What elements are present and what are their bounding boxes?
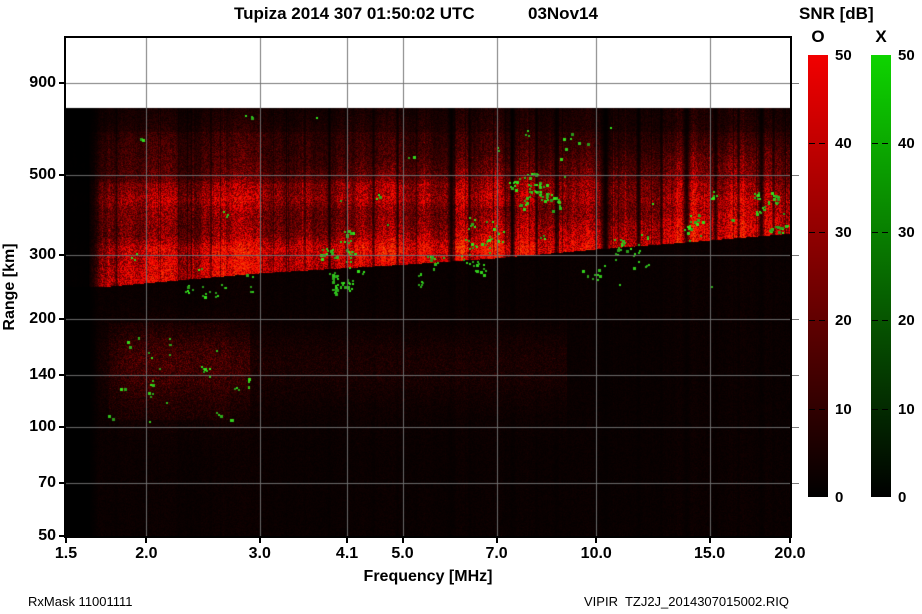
colorbar-tick-dash [819, 320, 825, 322]
y-axis-right-tick [792, 427, 799, 429]
colorbar-tick-dash [872, 320, 878, 322]
ionogram-app: Tupiza 2014 307 01:50:02 UTC 03Nov14 SNR… [0, 0, 922, 614]
colorbar-tick-dash [809, 320, 815, 322]
y-tick-label: 100 [29, 418, 56, 436]
y-tick-label: 140 [29, 365, 56, 383]
o-colorbar-tick-label: 40 [835, 135, 852, 153]
echogram-canvas [66, 38, 790, 536]
x-axis-tick [65, 538, 67, 543]
y-axis-right-tick [792, 255, 799, 257]
rxmask-footer: RxMask 11001111 [28, 594, 133, 609]
colorbar-tick-dash [882, 320, 888, 322]
y-tick-label: 200 [29, 309, 56, 327]
x-axis-tick [495, 538, 498, 543]
x-colorbar-tick-label: 10 [898, 400, 915, 418]
o-colorbar-tick-label: 0 [835, 489, 844, 506]
y-axis-right-tick [792, 175, 799, 177]
y-tick-label: 500 [29, 166, 56, 184]
o-mode-label: O [811, 27, 825, 46]
y-axis-tick [59, 482, 64, 485]
y-axis-title: Range [km] [1, 243, 18, 331]
colorbar-tick-dash [819, 143, 825, 145]
x-colorbar-tick-label: 50 [898, 47, 915, 64]
y-tick-label: 70 [38, 474, 56, 492]
plot-date: 03Nov14 [528, 4, 598, 23]
colorbar-tick-dash [809, 408, 815, 410]
plot-frame [64, 36, 792, 538]
x-tick-label: 5.0 [391, 545, 414, 562]
y-axis-tick [59, 174, 64, 177]
o-colorbar-tick-label: 50 [835, 47, 852, 64]
filename-footer: VIPIR TZJ2J_2014307015002.RIQ [584, 594, 789, 609]
x-tick-label: 3.0 [248, 545, 271, 562]
x-axis-tick [346, 538, 349, 543]
x-axis-tick [145, 538, 148, 543]
plot-title: Tupiza 2014 307 01:50:02 UTC [234, 4, 475, 23]
x-axis-tick [789, 538, 791, 543]
colorbar-title: SNR [dB] [799, 4, 874, 23]
colorbar-tick-dash [882, 408, 888, 410]
y-axis-tick [59, 426, 64, 429]
x-tick-label: 2.0 [135, 545, 158, 562]
colorbar-tick-dash [872, 231, 878, 233]
colorbar-tick-dash [882, 231, 888, 233]
colorbar-tick-dash [819, 231, 825, 233]
colorbar-tick-dash [809, 143, 815, 145]
x-tick-label: 1.5 [54, 545, 78, 562]
colorbar-tick-dash [882, 143, 888, 145]
x-tick-label: 7.0 [485, 545, 508, 562]
x-axis-tick [708, 538, 711, 543]
x-colorbar-tick-label: 20 [898, 312, 915, 330]
x-tick-label: 15.0 [694, 545, 726, 562]
o-colorbar-tick-label: 30 [835, 223, 852, 241]
y-axis-right-tick [792, 318, 799, 320]
y-axis-tick [59, 82, 64, 85]
x-axis-tick [258, 538, 261, 543]
y-tick-label: 300 [29, 246, 56, 264]
y-axis-right-tick [792, 374, 799, 376]
colorbar-tick-dash [872, 408, 878, 410]
colorbar-tick-dash [872, 143, 878, 145]
colorbar-tick-dash [809, 231, 815, 233]
x-colorbar-tick-label: 40 [898, 135, 915, 153]
y-axis-tick [59, 373, 64, 376]
x-colorbar-tick-label: 0 [898, 489, 907, 506]
y-tick-label: 900 [29, 74, 56, 92]
o-mode-colorbar [808, 55, 828, 497]
x-tick-label: 10.0 [580, 545, 612, 562]
y-axis-tick [59, 317, 64, 320]
y-axis-tick [59, 254, 64, 257]
o-colorbar-tick-label: 10 [835, 400, 852, 418]
x-tick-label: 20.0 [774, 545, 806, 562]
x-axis-title: Frequency [MHz] [363, 568, 493, 585]
y-tick-label: 50 [38, 527, 56, 544]
x-axis-tick [401, 538, 404, 543]
x-colorbar-tick-label: 30 [898, 223, 915, 241]
x-mode-label: X [875, 27, 887, 46]
x-tick-label: 4.1 [335, 545, 359, 562]
y-axis-right-tick [792, 483, 799, 485]
x-axis-tick [595, 538, 598, 543]
y-axis-tick [59, 535, 64, 537]
y-axis-right-tick [792, 83, 799, 85]
x-mode-colorbar [871, 55, 891, 497]
o-colorbar-tick-label: 20 [835, 312, 852, 330]
colorbar-tick-dash [819, 408, 825, 410]
